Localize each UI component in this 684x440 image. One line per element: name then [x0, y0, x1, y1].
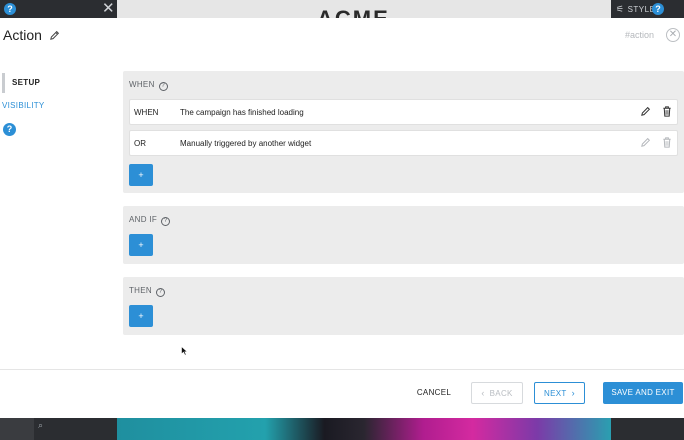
- nav-item-setup[interactable]: SETUP: [0, 73, 70, 93]
- footer-divider: [0, 369, 684, 370]
- condition-keyword: OR: [134, 139, 146, 148]
- condition-keyword: WHEN: [134, 108, 159, 117]
- action-modal: Action #action ✕ SETUP VISIBILITY ? WHEN…: [0, 18, 684, 418]
- when-section: WHEN? WHEN The campaign has finished loa…: [123, 71, 684, 193]
- next-button[interactable]: NEXT ›: [534, 382, 585, 404]
- nav-item-visibility[interactable]: VISIBILITY: [2, 101, 45, 110]
- help-icon[interactable]: ?: [4, 3, 16, 15]
- bottom-left-panel: ⌕: [0, 418, 117, 440]
- section-heading-label: WHEN: [129, 80, 155, 89]
- question-icon[interactable]: ?: [155, 288, 165, 297]
- bottom-right-panel: [611, 418, 684, 440]
- section-heading-label: THEN: [129, 286, 152, 295]
- brand-logo: ACME: [317, 6, 390, 18]
- section-heading: THEN?: [129, 286, 165, 297]
- panel-block: [0, 418, 34, 440]
- mouse-cursor-icon: [181, 346, 188, 356]
- chevron-left-icon: ‹: [481, 388, 485, 398]
- sliders-icon: ⚟: [616, 4, 625, 14]
- condition-row[interactable]: OR Manually triggered by another widget: [129, 130, 678, 156]
- help-icon[interactable]: ?: [652, 3, 664, 15]
- condition-description: The campaign has finished loading: [180, 108, 304, 117]
- condition-row[interactable]: WHEN The campaign has finished loading: [129, 99, 678, 125]
- next-label: NEXT: [544, 389, 567, 398]
- question-icon[interactable]: ?: [161, 217, 171, 226]
- add-action-button[interactable]: +: [129, 305, 153, 327]
- section-heading: WHEN?: [129, 80, 168, 91]
- add-filter-button[interactable]: +: [129, 234, 153, 256]
- action-id-label: #action: [625, 30, 655, 40]
- search-icon[interactable]: ⌕: [38, 420, 43, 431]
- modal-title: Action: [3, 27, 42, 43]
- add-condition-button[interactable]: +: [129, 164, 153, 186]
- canvas-preview-top: ACME: [117, 0, 611, 18]
- cancel-button[interactable]: CANCEL: [409, 382, 459, 404]
- app-bottom-bar: ⌕: [0, 418, 684, 440]
- section-heading-label: AND IF: [129, 215, 158, 224]
- style-button[interactable]: ⚟ STYLE: [616, 0, 655, 18]
- and-if-section: AND IF? +: [123, 206, 684, 264]
- question-icon[interactable]: ?: [158, 82, 168, 91]
- pencil-icon[interactable]: [640, 106, 651, 117]
- back-label: BACK: [489, 389, 513, 398]
- close-icon[interactable]: ✕: [102, 0, 115, 18]
- back-button[interactable]: ‹ BACK: [471, 382, 523, 404]
- active-indicator: [2, 73, 5, 93]
- trash-icon[interactable]: [662, 106, 672, 117]
- condition-description: Manually triggered by another widget: [180, 139, 312, 148]
- save-and-exit-button[interactable]: SAVE AND EXIT: [603, 382, 683, 404]
- close-icon[interactable]: ✕: [666, 28, 680, 42]
- trash-icon[interactable]: [662, 137, 672, 148]
- help-icon[interactable]: ?: [3, 123, 16, 136]
- nav-item-label: SETUP: [12, 78, 41, 87]
- chevron-right-icon: ›: [571, 388, 575, 398]
- section-heading: AND IF?: [129, 215, 171, 226]
- pencil-icon[interactable]: [640, 137, 651, 148]
- pencil-icon[interactable]: [49, 30, 60, 41]
- app-top-bar: ? ✕ ACME ⚟STYLE ?: [0, 0, 684, 18]
- then-section: THEN? +: [123, 277, 684, 335]
- canvas-preview-bottom: [117, 418, 611, 440]
